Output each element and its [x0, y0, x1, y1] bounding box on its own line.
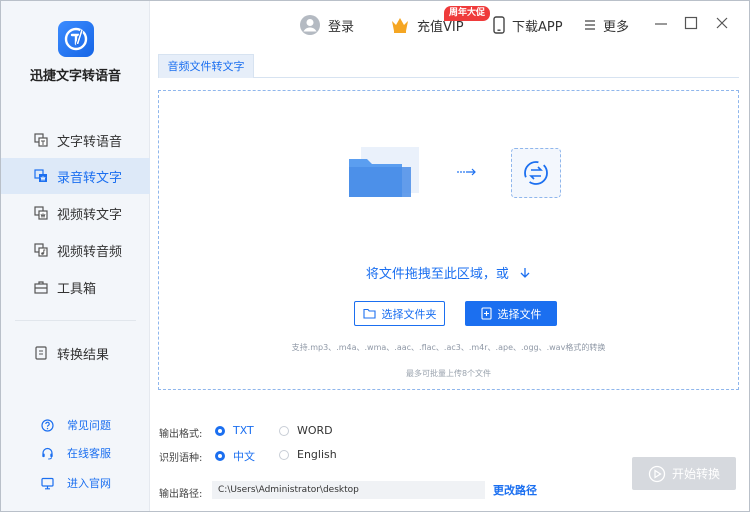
minimize-button[interactable] — [653, 15, 669, 31]
sidebar-item-label: 文字转语音 — [57, 134, 123, 150]
app-logo — [58, 21, 94, 57]
radio-dot — [215, 425, 225, 436]
format-radio-word[interactable]: WORD — [279, 424, 333, 437]
format-radio-txt[interactable]: TXT — [215, 424, 254, 437]
select-file-label: 选择文件 — [497, 307, 542, 321]
arrow-down-icon — [520, 268, 530, 278]
sidebar-item-text-to-speech[interactable]: 文字转语音 — [1, 122, 150, 158]
sidebar-item-toolbox[interactable]: 工具箱 — [1, 269, 150, 305]
audio-to-text-icon — [34, 169, 48, 183]
crown-icon — [392, 18, 408, 33]
sidebar-divider — [15, 320, 136, 321]
arrow-right-icon — [457, 168, 476, 176]
select-file-button[interactable]: 选择文件 — [465, 301, 557, 326]
sidebar-item-audio-to-text[interactable]: 录音转文字 — [1, 158, 150, 194]
results-icon — [34, 346, 48, 360]
menu-icon — [585, 20, 595, 30]
monitor-icon — [41, 477, 54, 490]
sidebar-item-label: 转换结果 — [57, 347, 110, 363]
login-label: 登录 — [328, 19, 355, 35]
play-icon — [648, 465, 666, 482]
download-label: 下载APP — [512, 19, 563, 35]
toolbox-icon — [34, 280, 48, 294]
change-path-link[interactable]: 更改路径 — [493, 482, 537, 498]
logo-icon — [64, 27, 88, 51]
user-avatar-icon — [300, 15, 320, 35]
folder-icon — [362, 308, 376, 319]
close-button[interactable] — [714, 15, 730, 31]
maximize-button[interactable] — [683, 15, 699, 31]
start-convert-button[interactable]: 开始转换 — [632, 457, 736, 490]
output-format-label: 输出格式: — [159, 429, 203, 440]
close-icon — [716, 17, 728, 29]
tab-audio-to-text[interactable]: 音频文件转文字 — [158, 54, 254, 78]
drop-prompt-text: 将文件拖拽至此区域，或 — [365, 267, 509, 282]
text-to-speech-icon — [34, 133, 48, 147]
lang-radio-chinese[interactable]: 中文 — [215, 448, 255, 464]
question-icon — [41, 418, 54, 432]
sidebar-link-label: 在线客服 — [67, 447, 111, 460]
minimize-icon — [655, 23, 667, 25]
select-folder-label: 选择文件夹 — [381, 307, 437, 321]
sidebar-item-video-to-text[interactable]: 视频转文字 — [1, 195, 150, 231]
convert-illustration — [511, 148, 561, 198]
file-drop-zone[interactable]: 将文件拖拽至此区域，或 选择文件夹 选择文件 支持.mp3、.m4a、.wma、… — [158, 90, 739, 390]
sidebar-item-label: 录音转文字 — [57, 170, 123, 186]
radio-dot — [215, 451, 225, 461]
login-button[interactable]: 登录 — [299, 13, 354, 37]
drop-prompt: 将文件拖拽至此区域，或 — [159, 263, 738, 282]
supported-formats: 支持.mp3、.m4a、.wma、.aac、.flac、.ac3、.m4r、.a… — [291, 343, 606, 352]
add-file-icon — [480, 307, 492, 320]
output-path-field[interactable] — [212, 481, 485, 499]
radio-label: 中文 — [233, 450, 255, 463]
app-name: 迅捷文字转语音 — [29, 69, 121, 84]
sidebar-item-results[interactable]: 转换结果 — [1, 335, 150, 371]
phone-icon — [493, 16, 505, 34]
sidebar-item-label: 视频转音频 — [57, 244, 123, 260]
radio-label: English — [297, 448, 337, 461]
radio-dot — [279, 425, 289, 436]
output-path-label: 输出路径: — [159, 489, 203, 500]
convert-icon — [524, 161, 548, 185]
download-app-button[interactable]: 下载APP — [493, 13, 563, 37]
sidebar: 迅捷文字转语音 文字转语音 录音转文字 视频转文字 视频转音频 工具箱 转换结果… — [1, 1, 150, 511]
headset-icon — [41, 447, 54, 460]
radio-label: WORD — [297, 424, 333, 437]
radio-dot — [279, 449, 289, 460]
language-label: 识别语种: — [159, 453, 203, 464]
promo-badge: 周年大促 — [444, 6, 491, 21]
sidebar-item-video-to-audio[interactable]: 视频转音频 — [1, 232, 150, 268]
more-label: 更多 — [603, 19, 630, 35]
sidebar-link-faq[interactable]: 常见问题 — [1, 415, 150, 435]
radio-label: TXT — [233, 424, 254, 437]
sidebar-link-label: 常见问题 — [67, 419, 111, 432]
sidebar-link-label: 进入官网 — [67, 477, 111, 490]
sidebar-item-label: 工具箱 — [57, 281, 97, 297]
upload-limit: 最多可批量上传8个文件 — [405, 369, 492, 378]
video-to-audio-icon — [34, 243, 48, 257]
video-to-text-icon — [34, 206, 48, 220]
sidebar-link-support[interactable]: 在线客服 — [1, 443, 150, 463]
maximize-icon — [684, 16, 698, 30]
more-menu-button[interactable]: 更多 — [584, 13, 629, 37]
sidebar-item-label: 视频转文字 — [57, 207, 123, 223]
sidebar-link-website[interactable]: 进入官网 — [1, 473, 150, 493]
lang-radio-english[interactable]: English — [279, 448, 337, 461]
folder-illustration-icon — [349, 147, 419, 197]
select-folder-button[interactable]: 选择文件夹 — [354, 301, 445, 326]
start-convert-label: 开始转换 — [671, 467, 720, 481]
app-window: 迅捷文字转语音 文字转语音 录音转文字 视频转文字 视频转音频 工具箱 转换结果… — [0, 0, 750, 512]
